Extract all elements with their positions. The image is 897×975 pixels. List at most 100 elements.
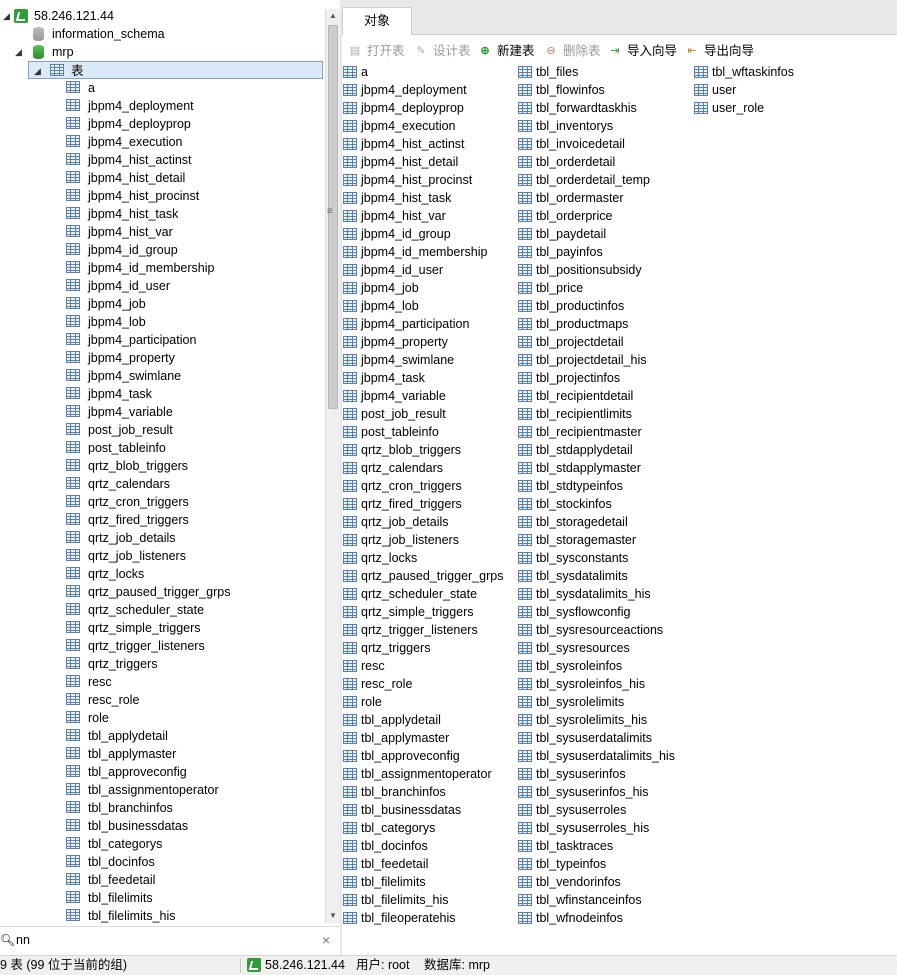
- table-icon: [518, 66, 532, 78]
- object-item-label: tbl_applydetail: [361, 713, 441, 727]
- tree-table-label: tbl_applydetail: [88, 729, 168, 743]
- table-icon: [343, 192, 357, 204]
- tree-table-item[interactable]: jbpm4_id_membership: [0, 259, 325, 277]
- scroll-up-icon[interactable]: ▲: [326, 9, 340, 23]
- tree-table-item[interactable]: qrtz_calendars: [0, 475, 325, 493]
- tree-table-item[interactable]: tbl_filelimits_his: [0, 907, 325, 925]
- object-item-label: jbpm4_hist_procinst: [361, 173, 473, 187]
- tree-table-item[interactable]: tbl_branchinfos: [0, 799, 325, 817]
- tree-table-label: tbl_applymaster: [88, 747, 177, 761]
- collapse-arrow-icon[interactable]: ◢: [3, 7, 10, 25]
- tree-table-item[interactable]: tbl_categorys: [0, 835, 325, 853]
- tree-table-item[interactable]: a: [0, 79, 325, 97]
- tree-table-label: tbl_feedetail: [88, 873, 156, 887]
- scroll-down-icon[interactable]: ▼: [326, 909, 340, 923]
- table-icon: [518, 768, 532, 780]
- table-icon: [343, 750, 357, 762]
- tree-table-item[interactable]: jbpm4_variable: [0, 403, 325, 421]
- table-icon: [343, 120, 357, 132]
- tree-table-label: qrtz_fired_triggers: [88, 513, 189, 527]
- tree-table-item[interactable]: qrtz_trigger_listeners: [0, 637, 325, 655]
- splitter-grip-icon[interactable]: ≡: [327, 206, 333, 217]
- tree-table-item[interactable]: qrtz_triggers: [0, 655, 325, 673]
- object-item-label: tbl_productinfos: [536, 299, 625, 313]
- tree-table-item[interactable]: jbpm4_hist_actinst: [0, 151, 325, 169]
- table-icon: [518, 498, 532, 510]
- tree-table-item[interactable]: jbpm4_deployprop: [0, 115, 325, 133]
- tree-table-label: qrtz_triggers: [88, 657, 158, 671]
- object-item-label: qrtz_calendars: [361, 461, 443, 475]
- tree-table-item[interactable]: resc: [0, 673, 325, 691]
- search-input[interactable]: nn: [16, 933, 30, 947]
- tree-table-item[interactable]: jbpm4_hist_procinst: [0, 187, 325, 205]
- tree-table-item[interactable]: qrtz_job_listeners: [0, 547, 325, 565]
- tree-table-item[interactable]: role: [0, 709, 325, 727]
- tree-table-item[interactable]: jbpm4_job: [0, 295, 325, 313]
- tree-table-item[interactable]: jbpm4_id_user: [0, 277, 325, 295]
- table-icon: [343, 174, 357, 186]
- tree-table-item[interactable]: jbpm4_task: [0, 385, 325, 403]
- tree-table-item[interactable]: jbpm4_hist_var: [0, 223, 325, 241]
- tree-connection[interactable]: ◢ 58.246.121.44: [0, 7, 325, 25]
- collapse-arrow-icon[interactable]: ◢: [15, 43, 22, 61]
- table-icon: [518, 120, 532, 132]
- tree-table-item[interactable]: tbl_applydetail: [0, 727, 325, 745]
- table-icon: [518, 390, 532, 402]
- tree-table-item[interactable]: jbpm4_participation: [0, 331, 325, 349]
- clear-search-icon[interactable]: ×: [322, 932, 330, 948]
- tree-table-item[interactable]: qrtz_simple_triggers: [0, 619, 325, 637]
- tree-table-label: qrtz_simple_triggers: [88, 621, 201, 635]
- tree-db-information-schema[interactable]: information_schema: [0, 25, 325, 43]
- tree-table-item[interactable]: jbpm4_deployment: [0, 97, 325, 115]
- table-icon: [343, 552, 357, 564]
- tree-table-item[interactable]: qrtz_scheduler_state: [0, 601, 325, 619]
- tree-table-item[interactable]: jbpm4_property: [0, 349, 325, 367]
- tree-table-item[interactable]: tbl_applymaster: [0, 745, 325, 763]
- tree-table-item[interactable]: tbl_docinfos: [0, 853, 325, 871]
- object-item-label: jbpm4_id_membership: [361, 245, 488, 259]
- tree-db-mrp[interactable]: ◢ mrp: [0, 43, 325, 61]
- tree-table-item[interactable]: jbpm4_id_group: [0, 241, 325, 259]
- collapse-arrow-icon[interactable]: ◢: [34, 62, 41, 80]
- tree-table-item[interactable]: qrtz_cron_triggers: [0, 493, 325, 511]
- tree-table-item[interactable]: jbpm4_execution: [0, 133, 325, 151]
- object-item-label: tbl_typeinfos: [536, 857, 607, 871]
- tree-table-item[interactable]: post_tableinfo: [0, 439, 325, 457]
- tree-table-item[interactable]: jbpm4_swimlane: [0, 367, 325, 385]
- object-item-label: tbl_files: [536, 65, 579, 79]
- tree-table-item[interactable]: tbl_assignmentoperator: [0, 781, 325, 799]
- tree-table-item[interactable]: qrtz_paused_trigger_grps: [0, 583, 325, 601]
- tree-table-item[interactable]: resc_role: [0, 691, 325, 709]
- table-icon: [518, 336, 532, 348]
- tree-table-label: tbl_assignmentoperator: [88, 783, 219, 797]
- tree-table-item[interactable]: tbl_feedetail: [0, 871, 325, 889]
- table-icon: [518, 282, 532, 294]
- tree-table-item[interactable]: jbpm4_hist_task: [0, 205, 325, 223]
- scroll-thumb[interactable]: [328, 25, 338, 409]
- tree-scrollbar[interactable]: ▲ ▼: [325, 9, 340, 923]
- tree-table-item[interactable]: jbpm4_lob: [0, 313, 325, 331]
- tree-table-item[interactable]: qrtz_job_details: [0, 529, 325, 547]
- tree-table-label: resc: [88, 675, 112, 689]
- tree-table-item[interactable]: tbl_approveconfig: [0, 763, 325, 781]
- tab-objects[interactable]: 对象: [342, 7, 412, 35]
- tree-tables-node[interactable]: ◢ 表: [28, 61, 323, 79]
- tree-table-item[interactable]: qrtz_blob_triggers: [0, 457, 325, 475]
- tree-table-label: jbpm4_hist_actinst: [88, 153, 192, 167]
- tree-table-label: tbl_branchinfos: [88, 801, 173, 815]
- table-icon: [518, 840, 532, 852]
- tree-table-item[interactable]: qrtz_fired_triggers: [0, 511, 325, 529]
- tree-table-label: qrtz_calendars: [88, 477, 170, 491]
- connection-tree[interactable]: ◢ 58.246.121.44 information_schema ◢ mrp…: [0, 0, 325, 925]
- tree-table-item[interactable]: qrtz_locks: [0, 565, 325, 583]
- tree-table-item[interactable]: tbl_filelimits: [0, 889, 325, 907]
- tree-table-item[interactable]: tbl_businessdatas: [0, 817, 325, 835]
- object-item-label: jbpm4_hist_actinst: [361, 137, 465, 151]
- object-item-label: role: [361, 695, 382, 709]
- tree-table-item[interactable]: post_job_result: [0, 421, 325, 439]
- tree-table-item[interactable]: jbpm4_hist_detail: [0, 169, 325, 187]
- table-icon: [343, 840, 357, 852]
- object-item-label: tbl_filelimits: [361, 875, 426, 889]
- table-icon: [66, 729, 80, 741]
- status-divider: [240, 958, 241, 973]
